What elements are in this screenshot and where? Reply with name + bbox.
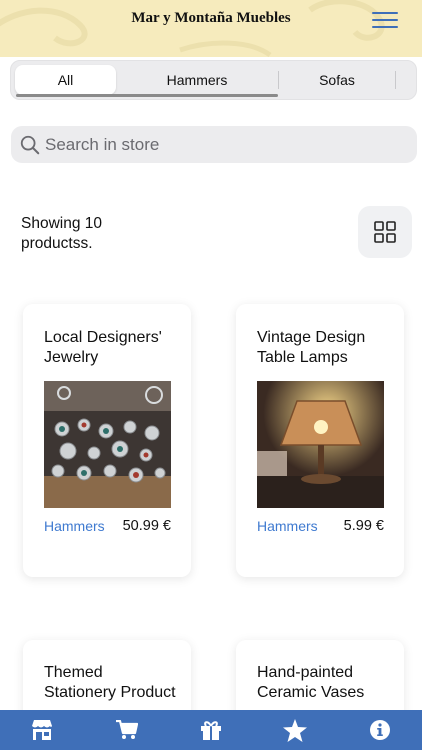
tab-all[interactable]: All <box>15 65 116 95</box>
nav-info[interactable] <box>360 710 400 750</box>
product-price: 5.99 € <box>343 518 384 534</box>
store-title: Mar y Montaña Muebles <box>131 10 291 26</box>
product-image[interactable] <box>257 381 384 508</box>
cart-icon <box>115 720 138 739</box>
search-input[interactable] <box>45 134 385 155</box>
menu-line <box>372 19 398 21</box>
product-name: Themed Stationery Product <box>44 664 176 701</box>
product-name: Hand-painted Ceramic Vases <box>257 664 365 701</box>
nav-gifts[interactable] <box>191 710 231 750</box>
tab-divider <box>395 71 396 89</box>
header-pattern <box>0 0 385 57</box>
lamp-photo <box>257 381 384 508</box>
grid-icon <box>374 221 396 243</box>
grid-view-toggle-button[interactable] <box>358 206 412 258</box>
search-bar[interactable] <box>11 126 417 163</box>
nav-store[interactable] <box>22 710 62 750</box>
tabs-scrollbar[interactable] <box>16 94 278 97</box>
product-category-link[interactable]: Hammers <box>44 516 106 536</box>
bottom-nav-bar <box>0 710 422 750</box>
product-card[interactable]: Vintage Design Table Lamps Hammers 5.99 … <box>236 304 404 577</box>
product-name: Vintage Design Table Lamps <box>257 329 366 366</box>
star-icon <box>283 718 308 742</box>
product-category-link[interactable]: Hammers <box>257 516 319 536</box>
menu-line <box>372 26 398 28</box>
search-icon <box>20 135 40 154</box>
results-count: Showing 10 productss. <box>21 215 103 252</box>
gift-icon <box>200 721 221 740</box>
nav-cart[interactable] <box>107 710 147 750</box>
hamburger-menu-button[interactable] <box>372 10 398 30</box>
product-card[interactable]: Local Designers' Jewelry Hammers 50.99 € <box>23 304 191 577</box>
menu-line <box>372 12 398 14</box>
product-price: 50.99 € <box>122 518 171 534</box>
product-image[interactable] <box>44 381 171 508</box>
store-icon <box>32 720 53 740</box>
nav-favorites[interactable] <box>275 710 315 750</box>
tab-sofas[interactable]: Sofas <box>279 65 395 95</box>
tab-hammers[interactable]: Hammers <box>116 65 278 95</box>
product-name: Local Designers' Jewelry <box>44 329 162 366</box>
info-icon <box>369 720 390 740</box>
jewelry-photo <box>44 381 171 508</box>
app-header: Mar y Montaña Muebles <box>0 0 422 57</box>
